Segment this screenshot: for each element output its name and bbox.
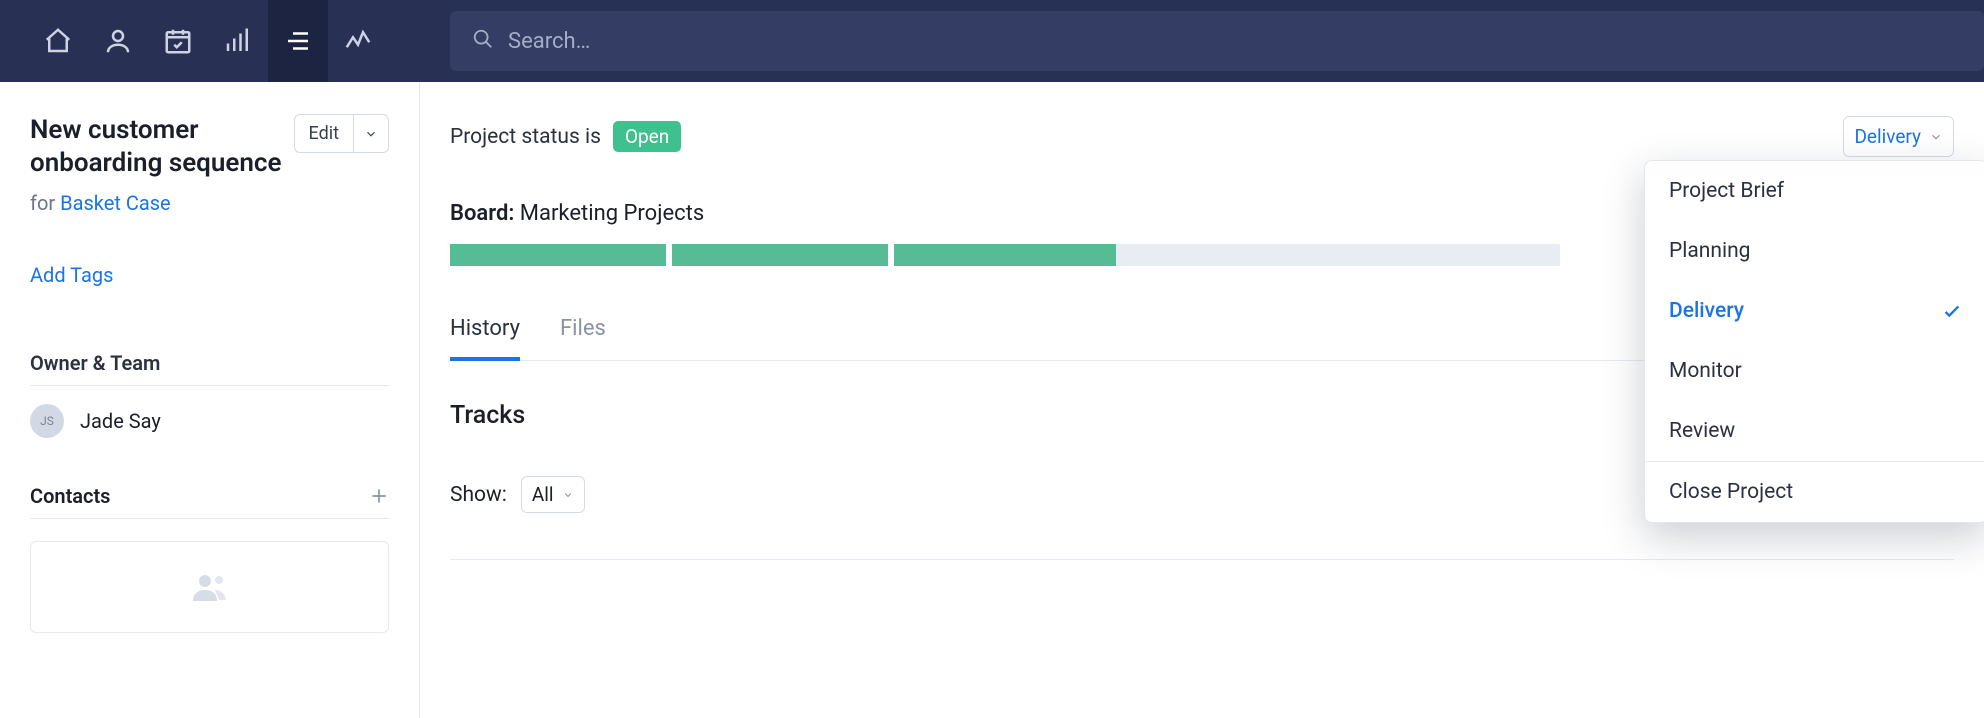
- people-icon: [191, 572, 229, 602]
- project-title: New customer onboarding sequence: [30, 114, 284, 179]
- for-prefix: for: [30, 191, 60, 215]
- project-for-line: for Basket Case: [30, 191, 389, 215]
- top-navbar: [0, 0, 1984, 82]
- add-tags-link[interactable]: Add Tags: [30, 263, 389, 287]
- status-badge[interactable]: Open: [613, 121, 681, 152]
- owner-name: Jade Say: [80, 409, 161, 433]
- board-label: Board:: [450, 201, 514, 226]
- main-content: Project status is Open Delivery Board: M…: [420, 82, 1984, 718]
- home-icon[interactable]: [28, 0, 88, 82]
- stage-menu-item[interactable]: Delivery: [1645, 281, 1984, 341]
- stage-dropdown-label: Delivery: [1854, 125, 1921, 148]
- contacts-heading: Contacts: [30, 484, 110, 508]
- owner-team-heading: Owner & Team: [30, 351, 389, 375]
- check-icon: [1941, 300, 1963, 322]
- caret-down-icon: [1929, 130, 1943, 144]
- left-sidebar: New customer onboarding sequence Edit fo…: [0, 82, 420, 718]
- person-icon[interactable]: [88, 0, 148, 82]
- search-icon: [472, 28, 494, 54]
- list-icon[interactable]: [268, 0, 328, 82]
- stage-menu-item[interactable]: Monitor: [1645, 341, 1984, 401]
- stage-menu-item[interactable]: Project Brief: [1645, 161, 1984, 221]
- show-filter-value: All: [532, 483, 554, 506]
- divider: [30, 518, 389, 519]
- stage-dropdown[interactable]: Delivery: [1843, 116, 1954, 157]
- search-input[interactable]: [508, 29, 1984, 54]
- owner-row[interactable]: JS Jade Say: [30, 404, 389, 438]
- edit-button[interactable]: Edit: [294, 114, 389, 153]
- stage-menu-close-project[interactable]: Close Project: [1645, 462, 1984, 522]
- progress-bar: [450, 244, 1560, 266]
- show-label: Show:: [450, 483, 507, 507]
- bars-icon[interactable]: [208, 0, 268, 82]
- nav-icon-group: [28, 0, 388, 82]
- edit-button-label: Edit: [295, 115, 353, 152]
- chevron-down-icon: [353, 115, 388, 152]
- activity-icon[interactable]: [328, 0, 388, 82]
- client-link[interactable]: Basket Case: [60, 191, 171, 215]
- tab-history[interactable]: History: [450, 316, 520, 361]
- caret-down-icon: [562, 489, 574, 501]
- contacts-empty-card[interactable]: [30, 541, 389, 633]
- board-name: Marketing Projects: [520, 201, 704, 226]
- tab-files[interactable]: Files: [560, 316, 606, 360]
- show-filter-dropdown[interactable]: All: [521, 476, 585, 513]
- stage-menu-item[interactable]: Review: [1645, 401, 1984, 461]
- divider: [30, 385, 389, 386]
- search-bar[interactable]: [450, 11, 1984, 71]
- avatar: JS: [30, 404, 64, 438]
- stage-menu: Project Brief Planning Delivery Monitor …: [1644, 160, 1984, 523]
- divider: [450, 559, 1954, 560]
- stage-menu-item[interactable]: Planning: [1645, 221, 1984, 281]
- calendar-check-icon[interactable]: [148, 0, 208, 82]
- plus-icon[interactable]: [369, 486, 389, 506]
- status-label: Project status is: [450, 125, 601, 149]
